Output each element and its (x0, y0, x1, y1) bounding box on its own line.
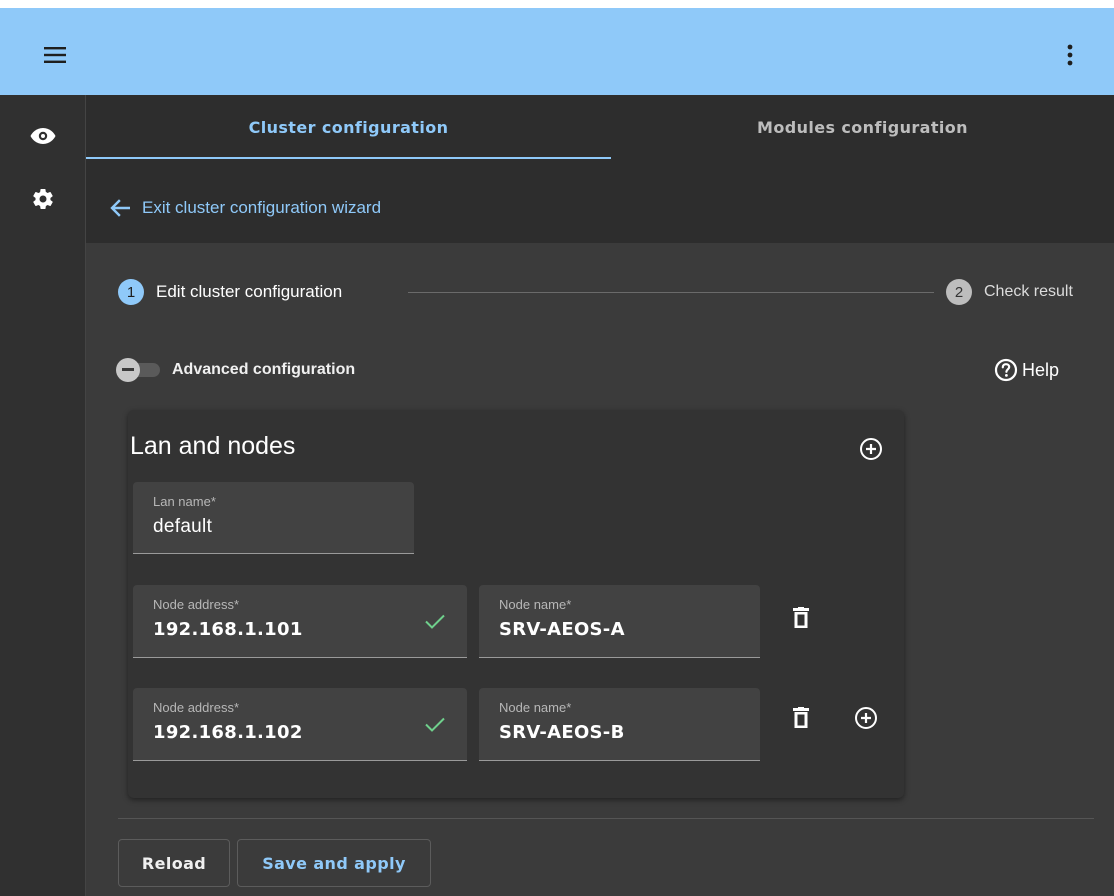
node-name-label: Node name* (499, 700, 572, 715)
tabs-header: Cluster configuration Modules configurat… (86, 95, 1114, 243)
card-title: Lan and nodes (130, 432, 296, 460)
add-lan-icon[interactable] (856, 434, 886, 464)
node-address-label: Node address* (153, 597, 239, 612)
exit-wizard-link[interactable]: Exit cluster configuration wizard (110, 193, 381, 223)
step-number: 2 (946, 279, 972, 305)
step-check-result[interactable]: 2 Check result (946, 279, 1073, 305)
save-and-apply-button[interactable]: Save and apply (237, 839, 431, 887)
tab-indicator (86, 157, 611, 159)
toggle-switch[interactable] (116, 358, 164, 382)
footer-divider (118, 818, 1094, 819)
reload-button[interactable]: Reload (118, 839, 230, 887)
step-label: Check result (984, 283, 1073, 300)
help-button[interactable]: Help (994, 356, 1059, 384)
help-label: Help (1022, 359, 1060, 380)
check-icon (425, 614, 445, 629)
lan-name-input[interactable] (153, 516, 378, 538)
menu-icon[interactable] (40, 40, 70, 70)
wizard-stepper: 1 Edit cluster configuration 2 Check res… (118, 276, 1098, 308)
lan-name-field[interactable]: Lan name* (133, 482, 414, 554)
step-number: 1 (118, 279, 144, 305)
step-connector (408, 292, 934, 293)
help-circle-icon (994, 358, 1018, 382)
toggle-thumb (116, 358, 140, 382)
sidebar (0, 95, 86, 896)
check-icon (425, 717, 445, 732)
advanced-configuration-label: Advanced configuration (172, 361, 356, 378)
node-name-label: Node name* (499, 597, 572, 612)
minus-icon (122, 368, 134, 371)
tab-cluster-configuration[interactable]: Cluster configuration (86, 95, 611, 159)
eye-icon[interactable] (28, 121, 58, 151)
step-label: Edit cluster configuration (156, 282, 343, 301)
app-bar (0, 0, 1114, 95)
lan-nodes-card: Lan and nodes Lan name* Node address* No… (128, 410, 904, 798)
tab-modules-configuration[interactable]: Modules configuration (611, 95, 1114, 159)
node-name-input[interactable] (499, 619, 724, 640)
delete-node-icon[interactable] (788, 703, 814, 733)
step-edit-cluster[interactable]: 1 Edit cluster configuration (118, 279, 342, 305)
delete-node-icon[interactable] (788, 603, 814, 633)
lan-name-label: Lan name* (153, 494, 216, 509)
node-name-field[interactable]: Node name* (479, 585, 760, 658)
node-address-input[interactable] (153, 722, 421, 743)
gear-icon[interactable] (28, 184, 58, 214)
advanced-configuration-toggle[interactable]: Advanced configuration (116, 356, 355, 384)
node-name-input[interactable] (499, 722, 724, 743)
exit-wizard-label: Exit cluster configuration wizard (142, 198, 382, 217)
arrow-left-icon (110, 199, 130, 217)
node-address-field[interactable]: Node address* (133, 585, 467, 658)
node-address-input[interactable] (153, 619, 421, 640)
add-node-icon[interactable] (851, 703, 881, 733)
node-address-field[interactable]: Node address* (133, 688, 467, 761)
node-address-label: Node address* (153, 700, 239, 715)
more-vert-icon[interactable] (1058, 38, 1082, 72)
node-name-field[interactable]: Node name* (479, 688, 760, 761)
